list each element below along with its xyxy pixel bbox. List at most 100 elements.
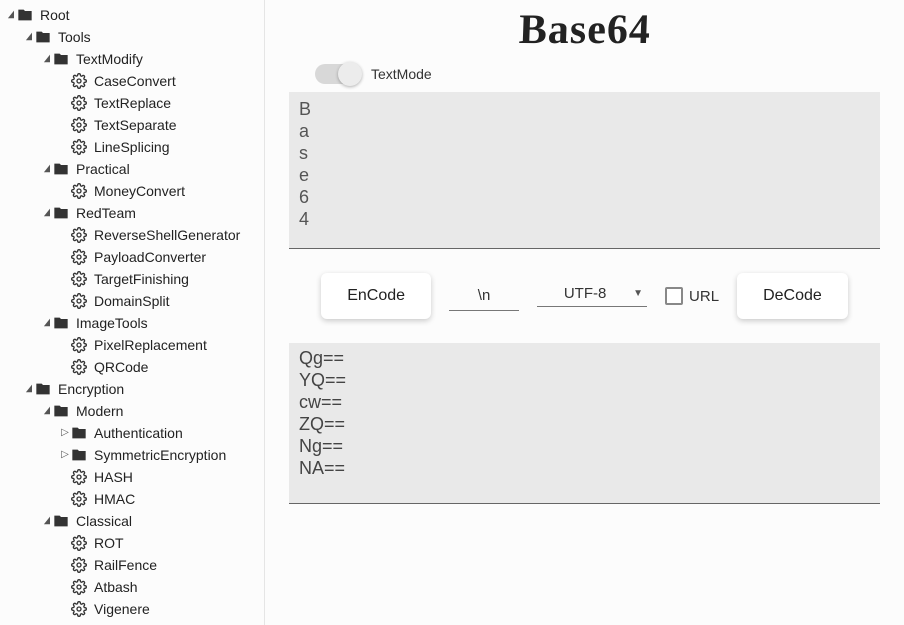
tree-label: Classical [74,510,132,532]
caret-down-icon[interactable]: ◢ [7,4,15,26]
tree-label: Encryption [56,378,124,400]
tree-node-moneyconvert[interactable]: MoneyConvert [0,180,264,202]
tree-label: TextModify [74,48,143,70]
folder-icon [52,204,70,222]
tree-node-imagetools[interactable]: ◢ImageTools [0,312,264,334]
tree-node-encryption[interactable]: ◢ Encryption [0,378,264,400]
tree-node-symmetricencryption[interactable]: ▷ SymmetricEncryption [0,444,264,466]
tree-node-classical[interactable]: ◢ Classical [0,510,264,532]
caret-down-icon[interactable]: ◢ [43,510,51,532]
gear-icon [70,468,88,486]
folder-icon [70,424,88,442]
url-checkbox[interactable] [665,287,683,305]
caret-down-icon[interactable]: ◢ [43,202,51,224]
folder-icon [52,402,70,420]
gear-icon [70,248,88,266]
gear-icon [70,72,88,90]
tree-node-modern[interactable]: ◢Modern [0,400,264,422]
gear-icon [70,94,88,112]
tree-node-atbash[interactable]: Atbash [0,576,264,598]
separator-input[interactable] [449,281,519,311]
tree-label: TargetFinishing [92,268,189,290]
encode-button[interactable]: EnCode [321,273,431,319]
output-textarea[interactable]: Qg== YQ== cw== ZQ== Ng== NA== [289,343,880,503]
url-checkbox-label: URL [689,288,719,305]
gear-icon [70,138,88,156]
tree-label: LineSplicing [92,136,170,158]
caret-down-icon[interactable]: ◢ [43,312,51,334]
tree-node-payloadconverter[interactable]: PayloadConverter [0,246,264,268]
tree-label: ROT [92,532,124,554]
folder-icon [34,380,52,398]
tree-label: Authentication [92,422,183,444]
tree-label: CaseConvert [92,70,176,92]
tree-label: Atbash [92,576,138,598]
gear-icon [70,116,88,134]
tree-node-authentication[interactable]: ▷ Authentication [0,422,264,444]
caret-down-icon[interactable]: ◢ [25,378,33,400]
caret-right-icon[interactable]: ▷ [60,422,70,444]
tree-label: RailFence [92,554,157,576]
tree-node-practical[interactable]: ◢ Practical [0,158,264,180]
tree-node-reverseshellgenerator[interactable]: ReverseShellGenerator [0,224,264,246]
input-underline [289,248,880,249]
tree-label: MoneyConvert [92,180,185,202]
tree-label: TextSeparate [92,114,177,136]
tree-node-hash[interactable]: HASH [0,466,264,488]
tree-node-qrcode[interactable]: QRCode [0,356,264,378]
gear-icon [70,182,88,200]
caret-down-icon[interactable]: ◢ [43,158,51,180]
controls-row: EnCode UTF-8 ▼ URL DeCode [279,273,890,319]
tree-label: HMAC [92,488,135,510]
tree-label: Tools [56,26,91,48]
tree-label: TextReplace [92,92,171,114]
folder-icon [52,314,70,332]
tree-label: PayloadConverter [92,246,206,268]
mode-row: TextMode [279,64,890,84]
caret-down-icon[interactable]: ◢ [43,48,51,70]
tree-label: Practical [74,158,130,180]
tree-node-vigenere[interactable]: Vigenere [0,598,264,620]
tree-node-caseconvert[interactable]: CaseConvert [0,70,264,92]
tree-node-domainsplit[interactable]: DomainSplit [0,290,264,312]
tree-label: Root [38,4,70,26]
gear-icon [70,292,88,310]
gear-icon [70,490,88,508]
tree-label: SymmetricEncryption [92,444,226,466]
charset-select[interactable]: UTF-8 ▼ [537,285,647,307]
tree-node-root[interactable]: ◢ Root [0,4,264,26]
tree-node-targetfinishing[interactable]: TargetFinishing [0,268,264,290]
decode-button[interactable]: DeCode [737,273,848,319]
input-textarea[interactable]: B a s e 6 4 [289,92,880,248]
tree-node-pixelreplacement[interactable]: PixelReplacement [0,334,264,356]
tree-label: Vigenere [92,598,150,620]
folder-icon [34,28,52,46]
tree-node-tools[interactable]: ◢ Tools [0,26,264,48]
textmode-label: TextMode [371,66,432,82]
tree-node-rot[interactable]: ROT [0,532,264,554]
tree-node-redteam[interactable]: ◢RedTeam [0,202,264,224]
tree-node-textreplace[interactable]: TextReplace [0,92,264,114]
gear-icon [70,226,88,244]
caret-down-icon[interactable]: ◢ [25,26,33,48]
tree-label: HASH [92,466,133,488]
title-row: Base64 [279,6,890,54]
gear-icon [70,270,88,288]
tree-label: ReverseShellGenerator [92,224,240,246]
textmode-toggle[interactable] [315,64,359,84]
tree-node-linesplicing[interactable]: LineSplicing [0,136,264,158]
caret-down-icon[interactable]: ◢ [43,400,51,422]
folder-icon [52,160,70,178]
tree-label: DomainSplit [92,290,169,312]
chevron-down-icon: ▼ [633,288,647,299]
tree-node-railfence[interactable]: RailFence [0,554,264,576]
tree-node-hmac[interactable]: HMAC [0,488,264,510]
charset-select-value: UTF-8 [537,285,633,302]
caret-right-icon[interactable]: ▷ [60,444,70,466]
tree-node-textmodify[interactable]: ◢ TextModify [0,48,264,70]
gear-icon [70,578,88,596]
tree-node-textseparate[interactable]: TextSeparate [0,114,264,136]
sidebar-tree[interactable]: ◢Root◢Tools◢TextModifyCaseConvertTextRep… [0,0,265,625]
gear-icon [70,336,88,354]
url-checkbox-group: URL [665,287,719,305]
